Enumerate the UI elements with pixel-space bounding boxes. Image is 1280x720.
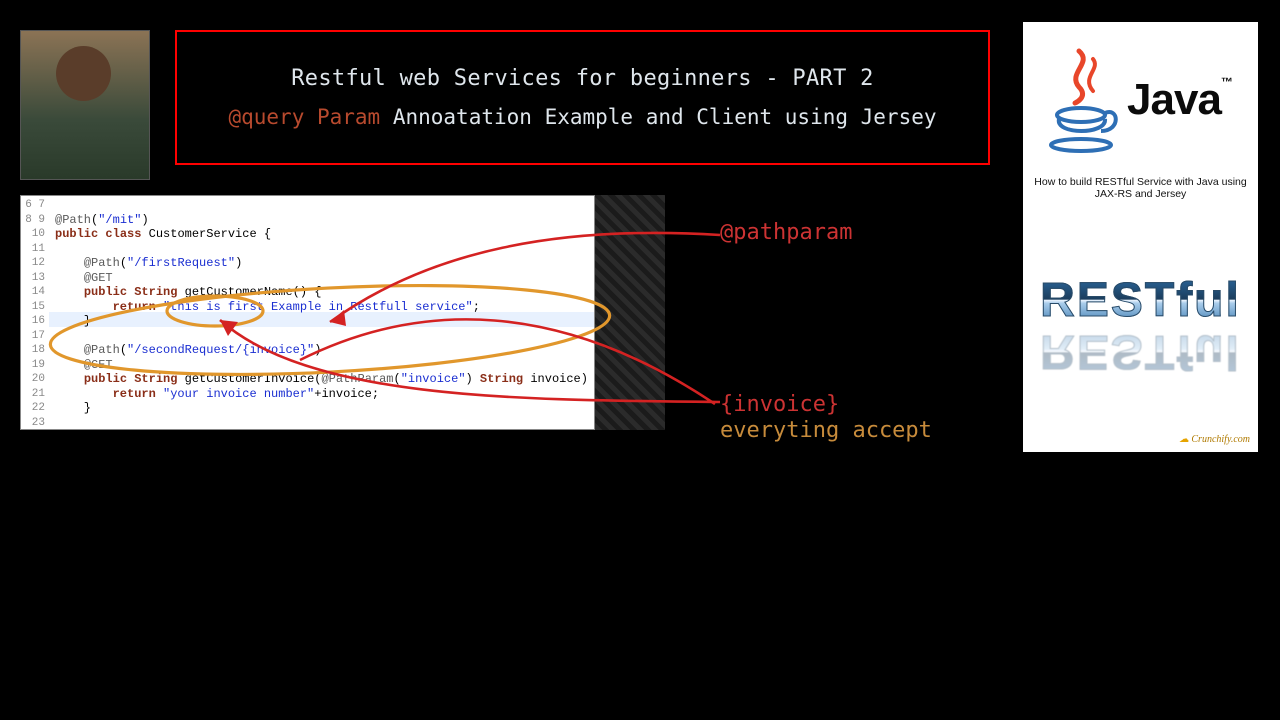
java-cup-icon <box>1049 45 1121 155</box>
title-panel: Restful web Services for beginners - PAR… <box>175 30 990 165</box>
hatch-divider <box>595 195 665 430</box>
title-rest: Annoatation Example and Client using Jer… <box>380 105 936 129</box>
right-column: Java™ How to build RESTful Service with … <box>1023 22 1258 452</box>
annotation-invoice: {invoice} <box>720 392 839 417</box>
restful-word-reflect: RESTful <box>1040 324 1241 379</box>
right-subheading: How to build RESTful Service with Java u… <box>1027 176 1254 200</box>
crunchify-credit: Crunchify.com <box>1179 434 1250 445</box>
annotation-pathparam: @pathparam <box>720 220 852 245</box>
code-body: @Path("/mit") public class CustomerServi… <box>55 198 594 429</box>
code-panel: 6 7 8 9 10 11 12 13 14 15 16 17 18 19 20… <box>20 195 595 430</box>
java-word-text: Java <box>1127 75 1221 124</box>
title-line-1: Restful web Services for beginners - PAR… <box>291 66 873 91</box>
java-logo: Java™ <box>1027 30 1254 170</box>
presenter-photo <box>20 30 150 180</box>
title-accent: @query Param <box>228 105 380 129</box>
restful-word: RESTful <box>1040 273 1241 328</box>
restful-graphic: RESTful RESTful <box>1027 210 1254 442</box>
java-tm: ™ <box>1221 75 1232 89</box>
annotation-everything: everyting accept <box>720 418 932 443</box>
java-word: Java™ <box>1127 75 1232 125</box>
line-number-gutter: 6 7 8 9 10 11 12 13 14 15 16 17 18 19 20… <box>21 196 49 429</box>
title-line-2: @query Param Annoatation Example and Cli… <box>228 105 936 129</box>
